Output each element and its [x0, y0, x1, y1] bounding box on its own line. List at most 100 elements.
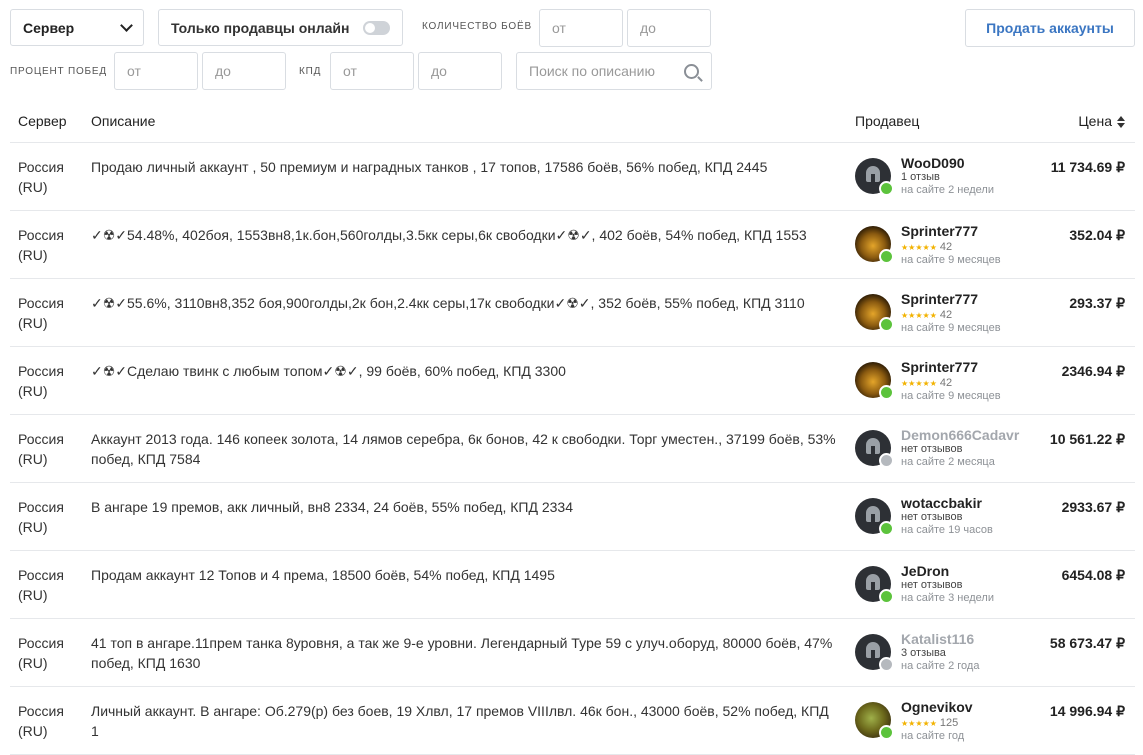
- row-description[interactable]: Продам аккаунт 12 Топов и 4 према, 18500…: [83, 550, 847, 619]
- online-status-icon: [879, 725, 894, 740]
- seller-seen: на сайте 9 месяцев: [901, 254, 1001, 266]
- seller-name[interactable]: JeDron: [901, 563, 994, 579]
- sort-icon[interactable]: [1117, 116, 1125, 129]
- table-row[interactable]: Россия (RU) ✓☢✓55.6%, 3110вн8,352 боя,90…: [10, 278, 1135, 347]
- row-server: Россия (RU): [10, 210, 83, 279]
- row-description[interactable]: Продаю личный аккаунт , 50 премиум и наг…: [83, 142, 847, 211]
- row-description[interactable]: 41 топ в ангаре.11прем танка 8уровня, а …: [83, 618, 847, 687]
- online-status-icon: [879, 181, 894, 196]
- avatar[interactable]: [855, 430, 894, 468]
- seller-info[interactable]: Sprinter777 ★★★★★ 42 на сайте 9 месяцев: [855, 359, 1030, 403]
- seller-reviews: 1 отзыв: [901, 171, 940, 183]
- seller-info[interactable]: JeDron нет отзывов на сайте 3 недели: [855, 563, 1030, 605]
- column-price-label: Цена: [1078, 113, 1112, 129]
- kpd-from-input[interactable]: от: [330, 52, 414, 90]
- seller-info[interactable]: Demon666Cadavr нет отзывов на сайте 2 ме…: [855, 427, 1030, 469]
- seller-info[interactable]: Ognevikov ★★★★★ 125 на сайте год: [855, 699, 1030, 743]
- seller-name[interactable]: Demon666Cadavr: [901, 427, 1019, 443]
- seller-info[interactable]: WooD090 1 отзыв на сайте 2 недели: [855, 155, 1030, 197]
- winrate-from-input[interactable]: от: [114, 52, 198, 90]
- battles-label: КОЛИЧЕСТВО БОЁВ: [422, 21, 532, 32]
- search-icon[interactable]: [684, 63, 699, 79]
- avatar[interactable]: [855, 226, 894, 264]
- sell-accounts-button[interactable]: Продать аккаунты: [965, 9, 1135, 47]
- table-header-row: Сервер Описание Продавец Цена: [10, 100, 1135, 143]
- search-placeholder: Поиск по описанию: [529, 63, 655, 79]
- row-description[interactable]: ✓☢✓Сделаю твинк с любым топом✓☢✓, 99 боё…: [83, 346, 847, 415]
- seller-name[interactable]: Sprinter777: [901, 223, 1001, 239]
- online-status-icon: [879, 589, 894, 604]
- toggle-switch[interactable]: [363, 20, 390, 35]
- table-row[interactable]: Россия (RU) Личный аккаунт. В ангаре: Об…: [10, 686, 1135, 755]
- table-row[interactable]: Россия (RU) Продаю личный аккаунт , 50 п…: [10, 142, 1135, 211]
- seller-rating: 42: [939, 377, 953, 389]
- column-server: Сервер: [10, 100, 83, 143]
- avatar[interactable]: [855, 566, 894, 604]
- seller-info[interactable]: wotaccbakir нет отзывов на сайте 19 часо…: [855, 495, 1030, 537]
- row-description[interactable]: Личный аккаунт. В ангаре: Об.279(р) без …: [83, 686, 847, 755]
- row-description[interactable]: ✓☢✓54.48%, 402боя, 1553вн8,1к.бон,560гол…: [83, 210, 847, 279]
- online-status-icon: [879, 317, 894, 332]
- row-description[interactable]: Аккаунт 2013 года. 146 копеек золота, 14…: [83, 414, 847, 483]
- seller-name[interactable]: Katalist116: [901, 631, 979, 647]
- offline-status-icon: [879, 453, 894, 468]
- avatar[interactable]: [855, 362, 894, 400]
- avatar[interactable]: [855, 498, 894, 536]
- accounts-table: Сервер Описание Продавец Цена Россия (RU…: [10, 100, 1135, 755]
- seller-reviews: нет отзывов: [901, 511, 963, 523]
- table-row[interactable]: Россия (RU) В ангаре 19 премов, акк личн…: [10, 482, 1135, 551]
- seller-rating: 42: [939, 241, 953, 253]
- row-price: 14 996.94 ₽: [1038, 686, 1135, 755]
- filters-bar: Сервер Только продавцы онлайн КОЛИЧЕСТВО…: [0, 0, 1143, 100]
- avatar[interactable]: [855, 634, 894, 672]
- seller-name[interactable]: Ognevikov: [901, 699, 973, 715]
- seller-info[interactable]: Sprinter777 ★★★★★ 42 на сайте 9 месяцев: [855, 291, 1030, 335]
- online-sellers-toggle[interactable]: Только продавцы онлайн: [158, 9, 403, 46]
- row-server: Россия (RU): [10, 278, 83, 347]
- battles-to-input[interactable]: до: [627, 9, 711, 47]
- winrate-label: ПРОЦЕНТ ПОБЕД: [10, 66, 107, 77]
- online-status-icon: [879, 385, 894, 400]
- seller-reviews: нет отзывов: [901, 443, 963, 455]
- table-row[interactable]: Россия (RU) 41 топ в ангаре.11прем танка…: [10, 618, 1135, 687]
- seller-info[interactable]: Sprinter777 ★★★★★ 42 на сайте 9 месяцев: [855, 223, 1030, 267]
- seller-seen: на сайте 9 месяцев: [901, 390, 1001, 402]
- seller-rating: 125: [939, 717, 959, 729]
- seller-seen: на сайте 2 месяца: [901, 456, 995, 468]
- table-row[interactable]: Россия (RU) Продам аккаунт 12 Топов и 4 …: [10, 550, 1135, 619]
- seller-name[interactable]: Sprinter777: [901, 291, 1001, 307]
- seller-name[interactable]: wotaccbakir: [901, 495, 993, 511]
- column-seller: Продавец: [847, 100, 1038, 143]
- seller-info[interactable]: Katalist116 3 отзыва на сайте 2 года: [855, 631, 1030, 673]
- table-row[interactable]: Россия (RU) ✓☢✓54.48%, 402боя, 1553вн8,1…: [10, 210, 1135, 279]
- battles-from-input[interactable]: от: [539, 9, 623, 47]
- server-select-value: Сервер: [23, 19, 75, 36]
- row-description[interactable]: В ангаре 19 премов, акк личный, вн8 2334…: [83, 482, 847, 551]
- table-row[interactable]: Россия (RU) ✓☢✓Сделаю твинк с любым топо…: [10, 346, 1135, 415]
- row-server: Россия (RU): [10, 142, 83, 211]
- avatar[interactable]: [855, 702, 894, 740]
- offline-status-icon: [879, 657, 894, 672]
- table-row[interactable]: Россия (RU) Аккаунт 2013 года. 146 копее…: [10, 414, 1135, 483]
- seller-name[interactable]: Sprinter777: [901, 359, 1001, 375]
- row-server: Россия (RU): [10, 686, 83, 755]
- seller-rating: 42: [939, 309, 953, 321]
- row-price: 6454.08 ₽: [1038, 550, 1135, 619]
- kpd-to-input[interactable]: до: [418, 52, 502, 90]
- row-server: Россия (RU): [10, 414, 83, 483]
- seller-name[interactable]: WooD090: [901, 155, 994, 171]
- server-select[interactable]: Сервер: [10, 9, 144, 46]
- row-server: Россия (RU): [10, 346, 83, 415]
- row-price: 11 734.69 ₽: [1038, 142, 1135, 211]
- row-price: 2346.94 ₽: [1038, 346, 1135, 415]
- rating-stars-icon: ★★★★★: [901, 243, 937, 252]
- avatar[interactable]: [855, 294, 894, 332]
- row-description[interactable]: ✓☢✓55.6%, 3110вн8,352 боя,900голды,2к бо…: [83, 278, 847, 347]
- online-status-icon: [879, 249, 894, 264]
- rating-stars-icon: ★★★★★: [901, 311, 937, 320]
- column-price-sort[interactable]: Цена: [1038, 100, 1135, 143]
- seller-seen: на сайте 2 года: [901, 660, 980, 672]
- avatar[interactable]: [855, 158, 894, 196]
- description-search-input[interactable]: Поиск по описанию: [516, 52, 712, 90]
- winrate-to-input[interactable]: до: [202, 52, 286, 90]
